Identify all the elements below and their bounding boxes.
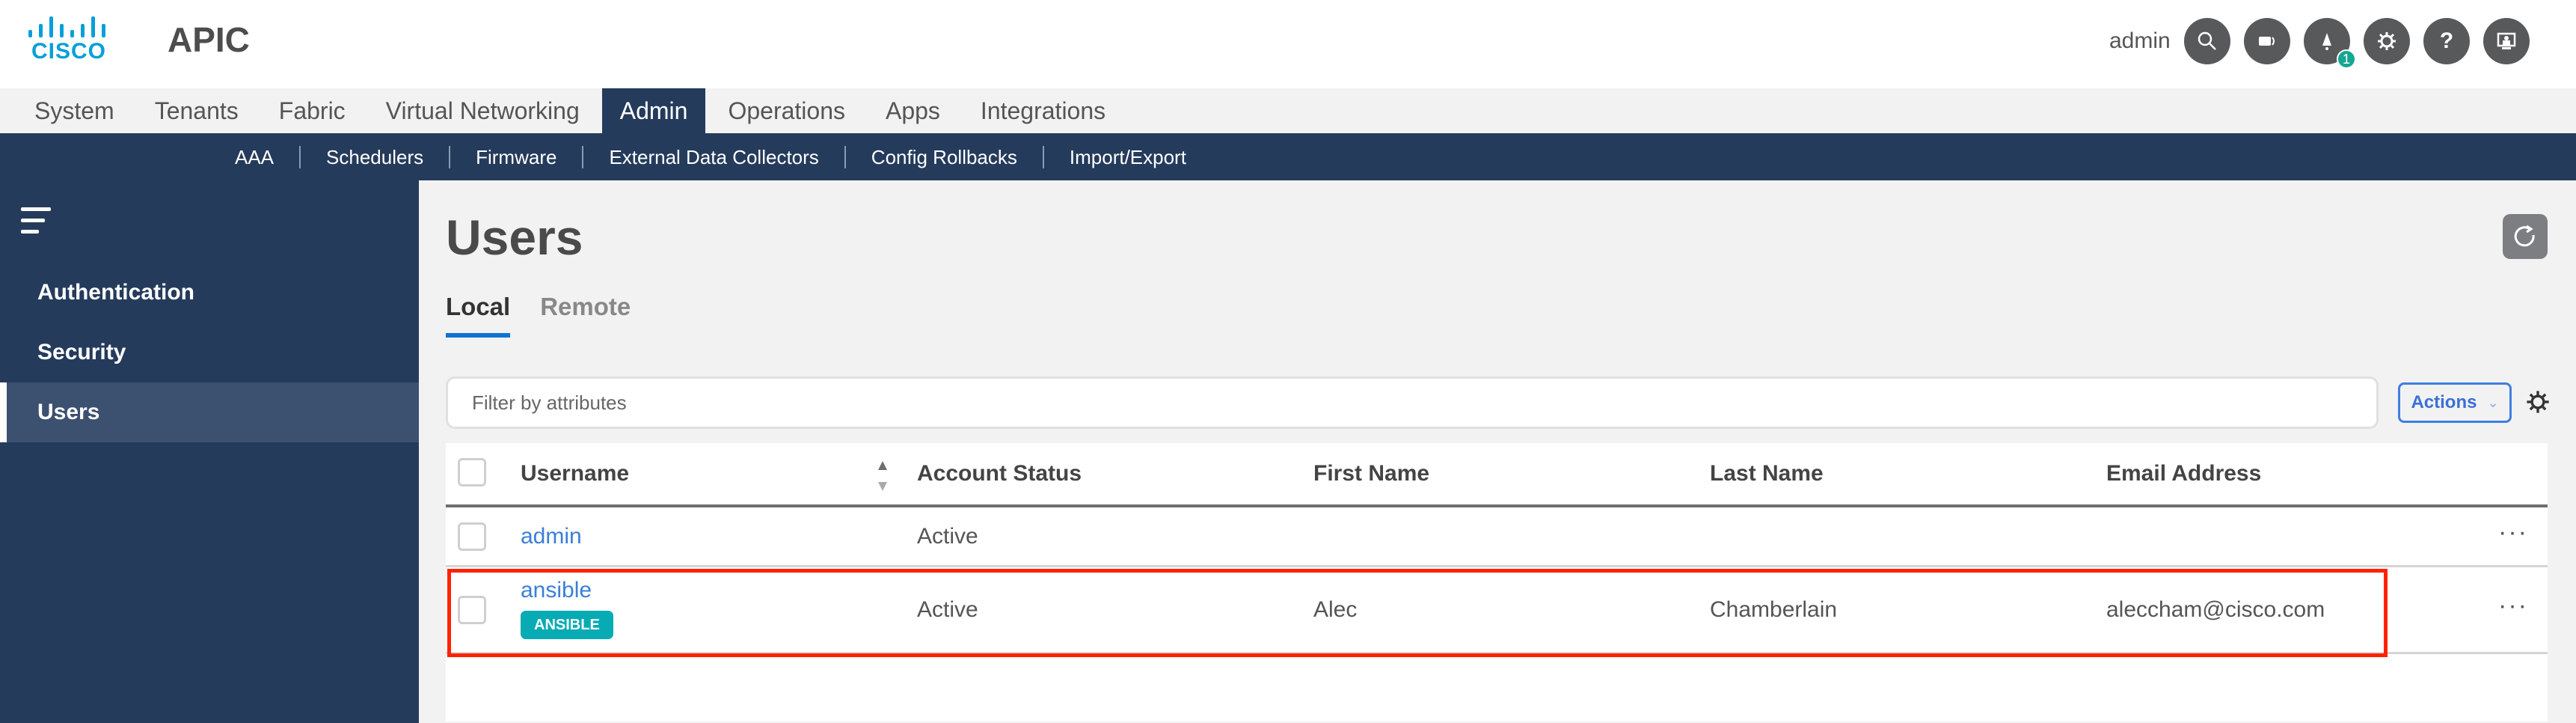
tab-remote[interactable]: Remote xyxy=(540,293,631,338)
screen-user-icon xyxy=(2497,32,2516,49)
table-empty-space xyxy=(446,654,2548,722)
col-first-name[interactable]: First Name xyxy=(1313,461,1429,486)
cisco-logo: CISCO xyxy=(28,16,111,64)
sub-nav: AAA Schedulers Firmware External Data Co… xyxy=(0,133,2576,180)
search-icon xyxy=(2198,31,2216,50)
main-content: Users Local Remote Filter by attributes … xyxy=(419,180,2576,723)
select-all-checkbox[interactable] xyxy=(458,458,486,486)
gear-icon xyxy=(2378,32,2396,50)
col-last-name[interactable]: Last Name xyxy=(1710,461,1824,486)
column-settings-gear-icon[interactable] xyxy=(2524,388,2551,415)
help-button[interactable]: ? xyxy=(2423,18,2470,64)
subnav-schedulers[interactable]: Schedulers xyxy=(301,145,451,168)
alerts-button[interactable]: 1 xyxy=(2304,18,2356,69)
main-nav: System Tenants Fabric Virtual Networking… xyxy=(0,88,1128,133)
filter-input[interactable]: Filter by attributes xyxy=(446,376,2379,429)
account-status: Active xyxy=(917,597,978,622)
sidebar-item-authentication[interactable]: Authentication xyxy=(0,263,419,323)
username-link[interactable]: admin xyxy=(521,524,582,549)
row-more-button[interactable]: ··· xyxy=(2498,591,2528,620)
row-checkbox[interactable] xyxy=(458,522,486,551)
alert-count-badge: 1 xyxy=(2337,49,2356,69)
settings-button[interactable] xyxy=(2364,18,2410,64)
nav-tab-integrations[interactable]: Integrations xyxy=(963,88,1123,133)
users-table: Username Account Status First Name Last … xyxy=(446,443,2548,722)
page-title: Users xyxy=(446,210,583,265)
menu-toggle-icon[interactable] xyxy=(21,207,51,237)
user-type-tabs: Local Remote xyxy=(446,293,631,338)
table-row[interactable]: ansible ANSIBLE Active Alec Chamberlain … xyxy=(446,567,2548,654)
username-link[interactable]: ansible xyxy=(521,578,592,603)
refresh-icon xyxy=(2514,225,2535,247)
annotation-tag: ANSIBLE xyxy=(521,611,613,639)
feedback-button[interactable] xyxy=(2244,18,2290,64)
col-email[interactable]: Email Address xyxy=(2106,461,2261,486)
row-more-button[interactable]: ··· xyxy=(2498,518,2528,547)
display-button[interactable] xyxy=(2483,18,2530,64)
sort-icon[interactable] xyxy=(875,460,890,492)
col-username[interactable]: Username xyxy=(521,461,629,486)
chat-icon xyxy=(2259,37,2275,46)
email-address: aleccham@cisco.com xyxy=(2106,597,2325,622)
chevron-down-icon: ⌄ xyxy=(2487,394,2499,410)
top-header: CISCO APIC admin 1 ? xyxy=(0,0,2576,88)
actions-label: Actions xyxy=(2411,392,2477,412)
account-status: Active xyxy=(917,524,978,549)
subnav-config-rollbacks[interactable]: Config Rollbacks xyxy=(846,145,1044,168)
nav-tab-virtual-networking[interactable]: Virtual Networking xyxy=(368,88,598,133)
header-icon-bar: 1 ? xyxy=(2184,18,2530,69)
help-icon: ? xyxy=(2439,28,2454,53)
tab-local[interactable]: Local xyxy=(446,293,511,338)
table-header: Username Account Status First Name Last … xyxy=(446,443,2548,507)
user-menu[interactable]: admin xyxy=(2109,28,2171,54)
search-button[interactable] xyxy=(2184,18,2230,64)
nav-tab-tenants[interactable]: Tenants xyxy=(137,88,257,133)
cisco-wordmark: CISCO xyxy=(31,39,107,64)
actions-dropdown[interactable]: Actions ⌄ xyxy=(2398,382,2512,423)
subnav-import-export[interactable]: Import/Export xyxy=(1044,146,1212,168)
nav-tab-operations[interactable]: Operations xyxy=(710,88,863,133)
nav-tab-apps[interactable]: Apps xyxy=(868,88,958,133)
sidebar-item-users[interactable]: Users xyxy=(0,382,419,442)
nav-tab-fabric[interactable]: Fabric xyxy=(261,88,364,133)
first-name: Alec xyxy=(1313,597,1358,622)
bell-icon xyxy=(2322,33,2331,50)
subnav-aaa[interactable]: AAA xyxy=(209,145,301,168)
app-title: APIC xyxy=(168,20,250,59)
sidebar: Authentication Security Users xyxy=(0,180,419,723)
subnav-firmware[interactable]: Firmware xyxy=(450,145,584,168)
nav-tab-admin[interactable]: Admin xyxy=(601,88,706,133)
row-checkbox[interactable] xyxy=(458,596,486,624)
subnav-external-data-collectors[interactable]: External Data Collectors xyxy=(583,145,846,168)
col-account-status[interactable]: Account Status xyxy=(917,461,1082,486)
nav-tab-system[interactable]: System xyxy=(0,88,132,133)
sidebar-item-security[interactable]: Security xyxy=(0,323,419,382)
last-name: Chamberlain xyxy=(1710,597,1838,622)
refresh-button[interactable] xyxy=(2503,214,2548,259)
cisco-logo-bars-icon xyxy=(28,16,111,37)
table-row[interactable]: admin Active ··· xyxy=(446,507,2548,567)
